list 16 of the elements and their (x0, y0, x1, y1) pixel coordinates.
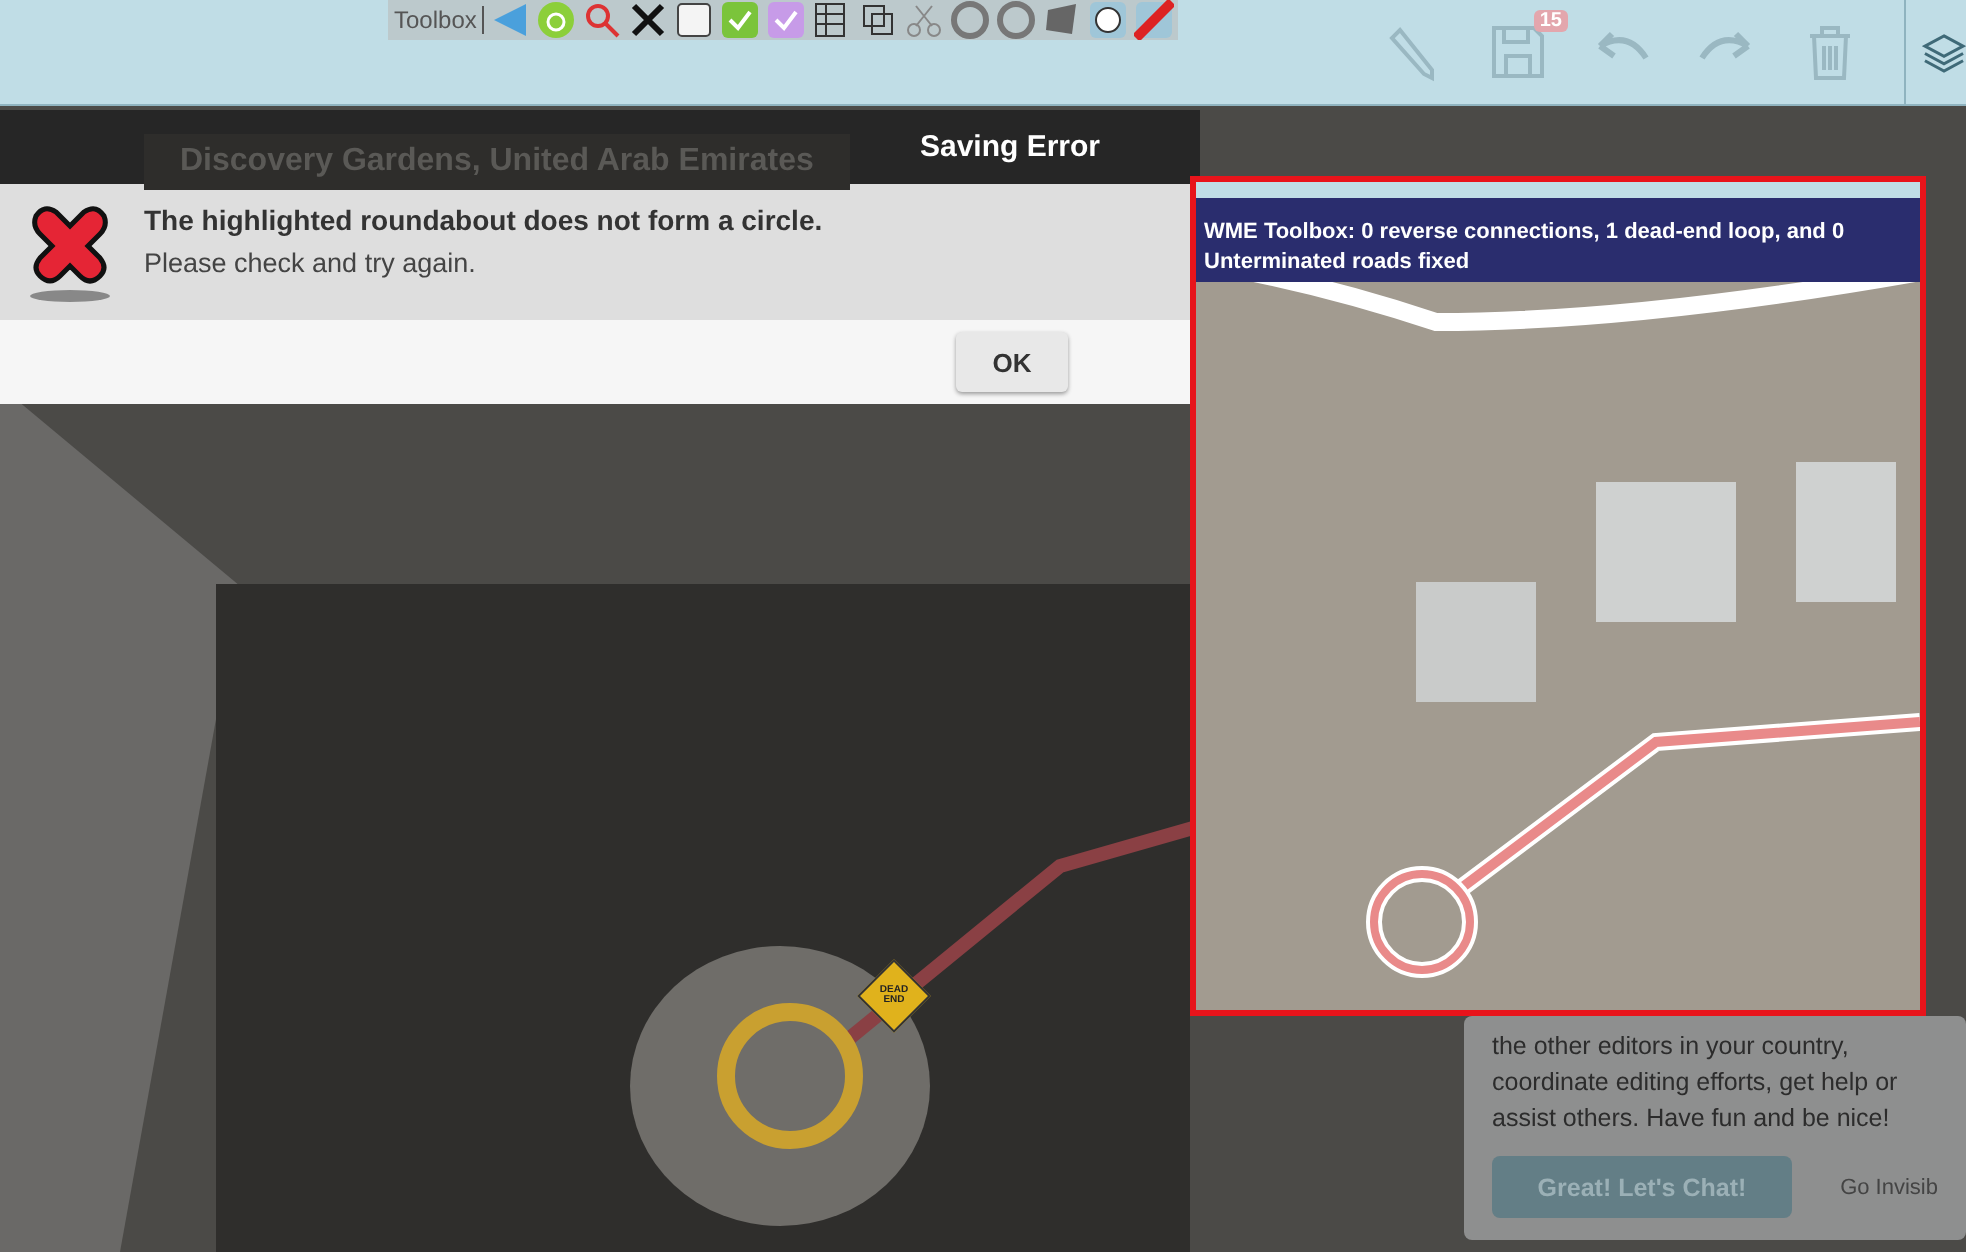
copy-icon[interactable] (858, 0, 899, 40)
save-count-badge: 15 (1533, 10, 1568, 32)
chat-button[interactable]: Great! Let's Chat! (1492, 1156, 1792, 1218)
error-detail: Please check and try again. (144, 248, 478, 278)
toolbox-result-banner: WME Toolbox: 0 reverse connections, 1 dead-end loop, and 0 Unterminated roads fixed (1196, 182, 1920, 282)
error-x-icon (24, 200, 116, 304)
left-arrow-icon[interactable] (490, 0, 531, 40)
chat-message: the other editors in your country, coordinate editing efforts, get help or assist others. Have fun and be nice! (1492, 1030, 1900, 1136)
toolbox-label: Toolbox (388, 6, 485, 34)
power-icon[interactable] (536, 0, 577, 40)
ok-button[interactable]: OK (956, 332, 1068, 392)
go-invisible-link[interactable]: Go Invisib (1840, 1175, 1938, 1199)
check-icon[interactable] (720, 0, 761, 40)
check-icon[interactable] (766, 0, 807, 40)
error-message: The highlighted roundabout does not form a circle. (144, 204, 823, 236)
dialog-title: Saving Error (919, 130, 1101, 164)
